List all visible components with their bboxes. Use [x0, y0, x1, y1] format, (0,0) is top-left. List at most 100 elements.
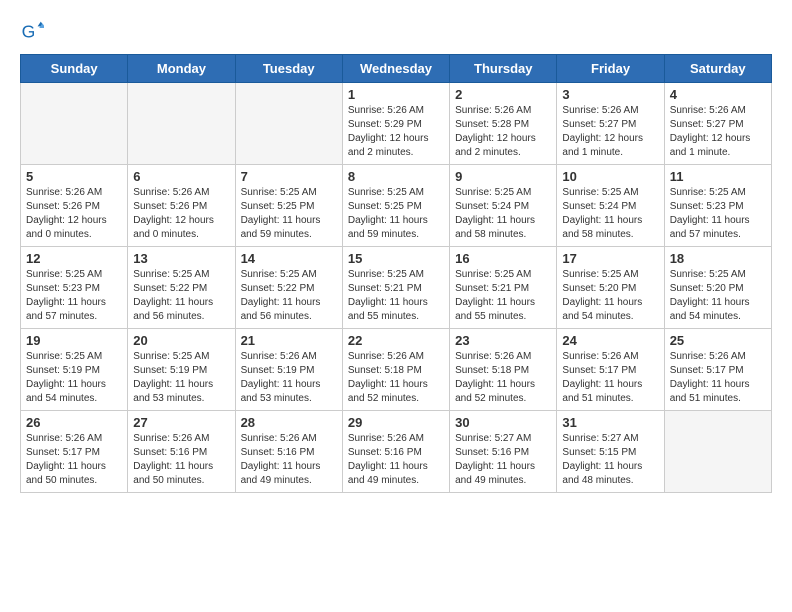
day-info: Sunrise: 5:25 AMSunset: 5:20 PMDaylight:… — [670, 268, 766, 324]
day-info: Sunrise: 5:26 AMSunset: 5:18 PMDaylight:… — [455, 350, 551, 406]
day-cell: 25 Sunrise: 5:26 AMSunset: 5:17 PMDayligh… — [664, 329, 771, 411]
logo: G — [20, 20, 48, 44]
day-info: Sunrise: 5:25 AMSunset: 5:21 PMDaylight:… — [455, 268, 551, 324]
day-cell: 30 Sunrise: 5:27 AMSunset: 5:16 PMDayligh… — [450, 411, 557, 493]
header: G — [20, 20, 772, 44]
day-info: Sunrise: 5:25 AMSunset: 5:25 PMDaylight:… — [241, 186, 337, 242]
day-number: 26 — [26, 415, 122, 430]
calendar-body: 1Sunrise: 5:26 AMSunset: 5:29 PMDaylight… — [21, 83, 772, 493]
header-cell-tuesday: Tuesday — [235, 55, 342, 83]
header-cell-monday: Monday — [128, 55, 235, 83]
calendar-table: SundayMondayTuesdayWednesdayThursdayFrid… — [20, 54, 772, 493]
day-cell: 23 Sunrise: 5:26 AMSunset: 5:18 PMDayligh… — [450, 329, 557, 411]
day-number: 21 — [241, 333, 337, 348]
day-number: 20 — [133, 333, 229, 348]
day-info: Sunrise: 5:26 AMSunset: 5:16 PMDaylight:… — [241, 432, 337, 488]
day-info: Sunrise: 5:25 AMSunset: 5:22 PMDaylight:… — [133, 268, 229, 324]
day-number: 24 — [562, 333, 658, 348]
day-number: 3 — [562, 87, 658, 102]
day-number: 10 — [562, 169, 658, 184]
day-number: 11 — [670, 169, 766, 184]
logo-icon: G — [20, 20, 44, 44]
day-number: 8 — [348, 169, 444, 184]
day-cell: 11 Sunrise: 5:25 AMSunset: 5:23 PMDayligh… — [664, 165, 771, 247]
header-cell-friday: Friday — [557, 55, 664, 83]
day-info: Sunrise: 5:25 AMSunset: 5:20 PMDaylight:… — [562, 268, 658, 324]
day-cell: 31Sunrise: 5:27 AMSunset: 5:15 PMDayligh… — [557, 411, 664, 493]
day-info: Sunrise: 5:26 AMSunset: 5:17 PMDaylight:… — [562, 350, 658, 406]
day-cell: 21Sunrise: 5:26 AMSunset: 5:19 PMDayligh… — [235, 329, 342, 411]
day-cell: 29 Sunrise: 5:26 AMSunset: 5:16 PMDayligh… — [342, 411, 449, 493]
day-cell: 7 Sunrise: 5:25 AMSunset: 5:25 PMDaylight… — [235, 165, 342, 247]
svg-text:G: G — [22, 22, 36, 42]
day-info: Sunrise: 5:25 AMSunset: 5:23 PMDaylight:… — [26, 268, 122, 324]
day-cell: 8 Sunrise: 5:25 AMSunset: 5:25 PMDaylight… — [342, 165, 449, 247]
day-cell: 26 Sunrise: 5:26 AMSunset: 5:17 PMDayligh… — [21, 411, 128, 493]
day-number: 27 — [133, 415, 229, 430]
day-info: Sunrise: 5:26 AMSunset: 5:26 PMDaylight:… — [133, 186, 229, 242]
day-number: 13 — [133, 251, 229, 266]
week-row-4: 19 Sunrise: 5:25 AMSunset: 5:19 PMDayligh… — [21, 329, 772, 411]
day-cell: 28 Sunrise: 5:26 AMSunset: 5:16 PMDayligh… — [235, 411, 342, 493]
day-cell: 19 Sunrise: 5:25 AMSunset: 5:19 PMDayligh… — [21, 329, 128, 411]
day-cell: 13 Sunrise: 5:25 AMSunset: 5:22 PMDayligh… — [128, 247, 235, 329]
day-number: 7 — [241, 169, 337, 184]
day-info: Sunrise: 5:26 AMSunset: 5:28 PMDaylight:… — [455, 104, 551, 160]
day-cell: 1Sunrise: 5:26 AMSunset: 5:29 PMDaylight… — [342, 83, 449, 165]
day-number: 29 — [348, 415, 444, 430]
day-cell: 27 Sunrise: 5:26 AMSunset: 5:16 PMDayligh… — [128, 411, 235, 493]
week-row-5: 26 Sunrise: 5:26 AMSunset: 5:17 PMDayligh… — [21, 411, 772, 493]
day-info: Sunrise: 5:26 AMSunset: 5:29 PMDaylight:… — [348, 104, 444, 160]
day-info: Sunrise: 5:26 AMSunset: 5:26 PMDaylight:… — [26, 186, 122, 242]
day-cell: 16 Sunrise: 5:25 AMSunset: 5:21 PMDayligh… — [450, 247, 557, 329]
day-number: 28 — [241, 415, 337, 430]
day-number: 30 — [455, 415, 551, 430]
header-cell-sunday: Sunday — [21, 55, 128, 83]
day-info: Sunrise: 5:25 AMSunset: 5:23 PMDaylight:… — [670, 186, 766, 242]
day-info: Sunrise: 5:26 AMSunset: 5:16 PMDaylight:… — [348, 432, 444, 488]
header-row: SundayMondayTuesdayWednesdayThursdayFrid… — [21, 55, 772, 83]
day-number: 14 — [241, 251, 337, 266]
day-number: 12 — [26, 251, 122, 266]
day-cell: 5 Sunrise: 5:26 AMSunset: 5:26 PMDaylight… — [21, 165, 128, 247]
day-number: 9 — [455, 169, 551, 184]
day-info: Sunrise: 5:26 AMSunset: 5:17 PMDaylight:… — [670, 350, 766, 406]
day-cell: 3Sunrise: 5:26 AMSunset: 5:27 PMDaylight… — [557, 83, 664, 165]
day-number: 6 — [133, 169, 229, 184]
day-info: Sunrise: 5:26 AMSunset: 5:27 PMDaylight:… — [670, 104, 766, 160]
day-info: Sunrise: 5:25 AMSunset: 5:24 PMDaylight:… — [455, 186, 551, 242]
header-cell-wednesday: Wednesday — [342, 55, 449, 83]
day-info: Sunrise: 5:25 AMSunset: 5:19 PMDaylight:… — [133, 350, 229, 406]
day-number: 2 — [455, 87, 551, 102]
day-info: Sunrise: 5:27 AMSunset: 5:16 PMDaylight:… — [455, 432, 551, 488]
day-number: 31 — [562, 415, 658, 430]
day-number: 18 — [670, 251, 766, 266]
day-cell: 4Sunrise: 5:26 AMSunset: 5:27 PMDaylight… — [664, 83, 771, 165]
day-cell: 12 Sunrise: 5:25 AMSunset: 5:23 PMDayligh… — [21, 247, 128, 329]
day-info: Sunrise: 5:25 AMSunset: 5:25 PMDaylight:… — [348, 186, 444, 242]
day-info: Sunrise: 5:25 AMSunset: 5:24 PMDaylight:… — [562, 186, 658, 242]
day-number: 5 — [26, 169, 122, 184]
day-info: Sunrise: 5:25 AMSunset: 5:19 PMDaylight:… — [26, 350, 122, 406]
day-info: Sunrise: 5:26 AMSunset: 5:16 PMDaylight:… — [133, 432, 229, 488]
day-number: 25 — [670, 333, 766, 348]
day-cell: 15Sunrise: 5:25 AMSunset: 5:21 PMDayligh… — [342, 247, 449, 329]
day-cell — [128, 83, 235, 165]
day-number: 16 — [455, 251, 551, 266]
day-info: Sunrise: 5:25 AMSunset: 5:22 PMDaylight:… — [241, 268, 337, 324]
day-cell: 9 Sunrise: 5:25 AMSunset: 5:24 PMDaylight… — [450, 165, 557, 247]
day-cell — [21, 83, 128, 165]
day-cell: 24 Sunrise: 5:26 AMSunset: 5:17 PMDayligh… — [557, 329, 664, 411]
week-row-3: 12 Sunrise: 5:25 AMSunset: 5:23 PMDayligh… — [21, 247, 772, 329]
day-number: 19 — [26, 333, 122, 348]
day-info: Sunrise: 5:26 AMSunset: 5:17 PMDaylight:… — [26, 432, 122, 488]
day-cell: 17Sunrise: 5:25 AMSunset: 5:20 PMDayligh… — [557, 247, 664, 329]
week-row-1: 1Sunrise: 5:26 AMSunset: 5:29 PMDaylight… — [21, 83, 772, 165]
day-cell — [235, 83, 342, 165]
day-number: 22 — [348, 333, 444, 348]
day-cell: 6 Sunrise: 5:26 AMSunset: 5:26 PMDaylight… — [128, 165, 235, 247]
day-number: 23 — [455, 333, 551, 348]
day-cell: 18 Sunrise: 5:25 AMSunset: 5:20 PMDayligh… — [664, 247, 771, 329]
day-cell: 20 Sunrise: 5:25 AMSunset: 5:19 PMDayligh… — [128, 329, 235, 411]
day-number: 15 — [348, 251, 444, 266]
